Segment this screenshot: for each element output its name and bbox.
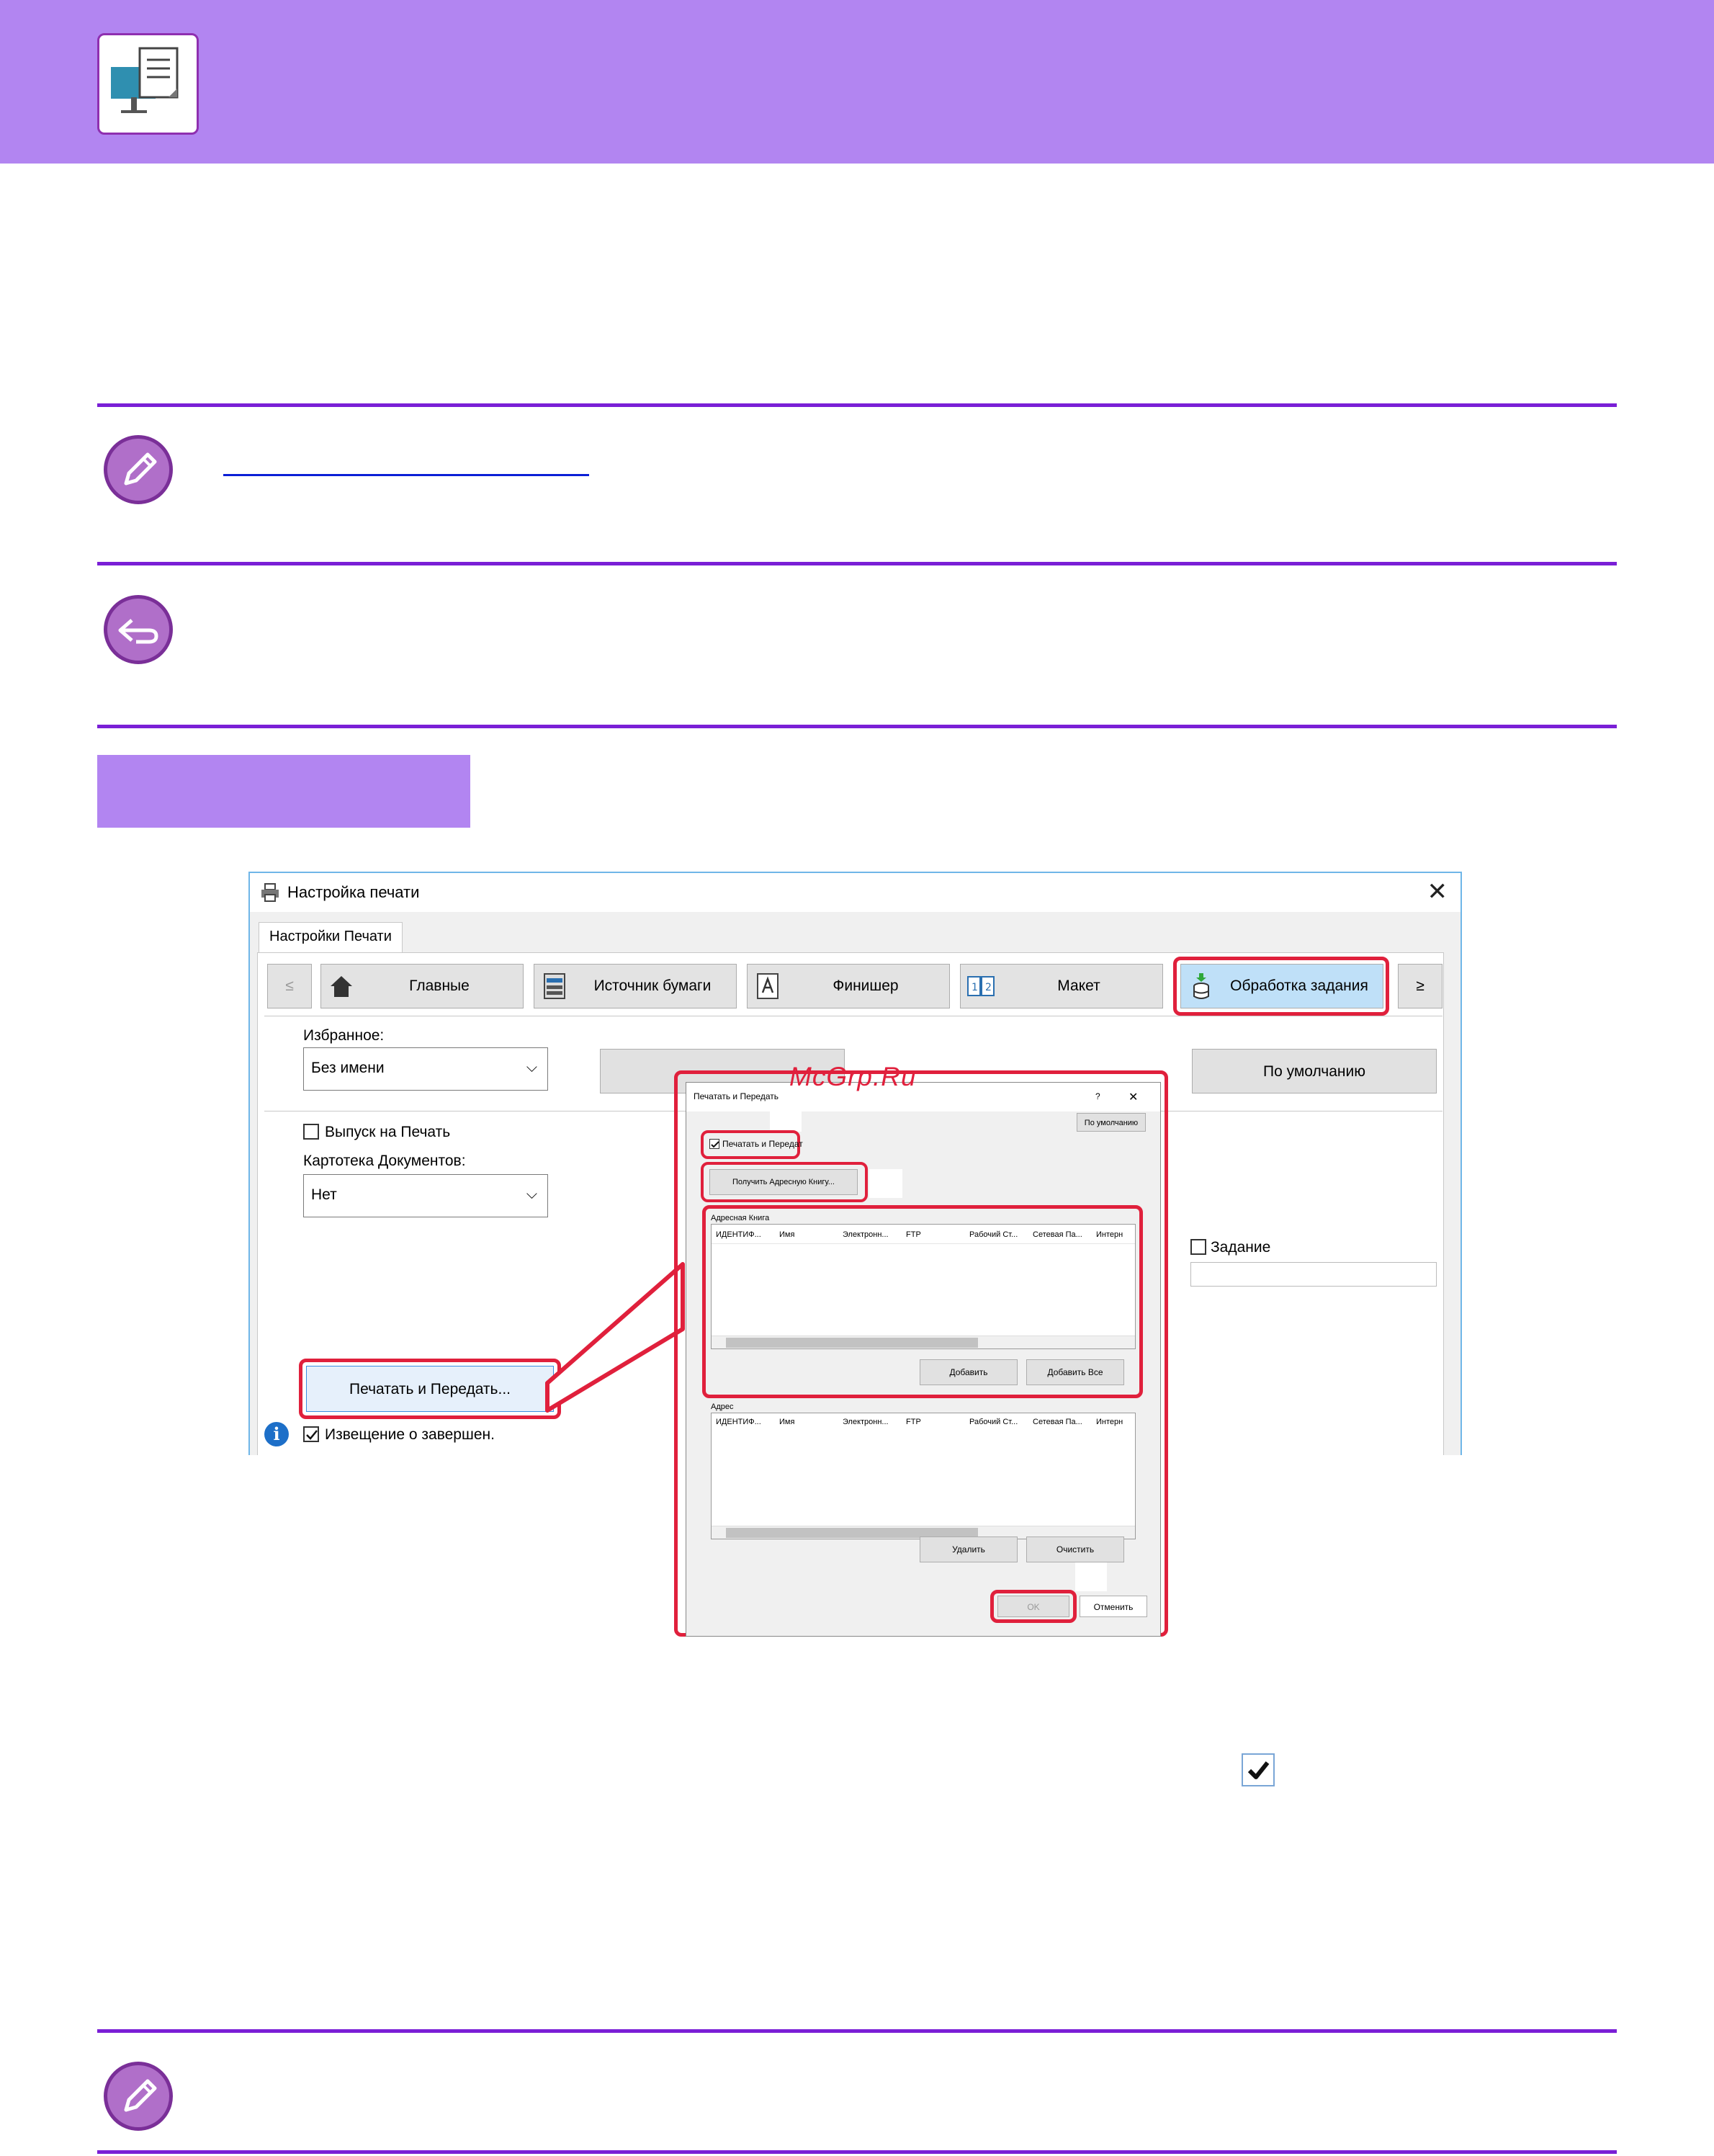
- help-icon[interactable]: ?: [1095, 1091, 1100, 1101]
- horizontal-scrollbar[interactable]: [712, 1336, 1135, 1348]
- column-header[interactable]: Сетевая Па...: [1033, 1418, 1082, 1426]
- column-header[interactable]: Рабочий Ст...: [969, 1418, 1018, 1426]
- address-label: Адрес: [711, 1403, 734, 1411]
- print-send-check-label: Печатать и Передат: [722, 1139, 803, 1149]
- column-header[interactable]: Электронн...: [843, 1230, 889, 1239]
- column-header[interactable]: Интерн: [1096, 1418, 1123, 1426]
- address-book-label: Адресная Книга: [711, 1214, 770, 1222]
- column-header[interactable]: ИДЕНТИФ...: [716, 1418, 761, 1426]
- label-mask: [1075, 1562, 1107, 1591]
- scroll-thumb[interactable]: [726, 1338, 978, 1348]
- column-header[interactable]: FTP: [906, 1230, 921, 1239]
- column-header[interactable]: Имя: [779, 1418, 794, 1426]
- dialog-title: Печатать и Передать: [694, 1091, 779, 1101]
- column-header[interactable]: ИДЕНТИФ...: [716, 1230, 761, 1239]
- column-header[interactable]: FTP: [906, 1418, 921, 1426]
- checkbox-checked-icon: [1242, 1753, 1275, 1786]
- column-header[interactable]: Имя: [779, 1230, 794, 1239]
- column-header[interactable]: Электронн...: [843, 1418, 889, 1426]
- column-header[interactable]: Рабочий Ст...: [969, 1230, 1018, 1239]
- add-button[interactable]: Добавить: [920, 1359, 1018, 1385]
- label-mask: [869, 1169, 902, 1198]
- label-mask: [770, 1111, 802, 1132]
- print-send-checkbox[interactable]: [709, 1139, 719, 1149]
- ok-button[interactable]: OK: [997, 1596, 1069, 1617]
- address-book-list[interactable]: ИДЕНТИФ... Имя Электронн... FTP Рабочий …: [711, 1224, 1136, 1349]
- cancel-button[interactable]: Отменить: [1080, 1596, 1147, 1617]
- column-header[interactable]: Интерн: [1096, 1230, 1123, 1239]
- add-all-button[interactable]: Добавить Все: [1026, 1359, 1124, 1385]
- close-icon[interactable]: ✕: [1129, 1090, 1138, 1104]
- divider: [97, 2029, 1617, 2033]
- pencil-icon: [104, 2062, 173, 2131]
- address-list[interactable]: ИДЕНТИФ... Имя Электронн... FTP Рабочий …: [711, 1413, 1136, 1539]
- column-header[interactable]: Сетевая Па...: [1033, 1230, 1082, 1239]
- header-divider: [712, 1243, 1135, 1244]
- watermark-text: McGrp.Ru: [789, 1062, 917, 1091]
- get-address-book-button[interactable]: Получить Адресную Книгу...: [709, 1169, 858, 1195]
- print-send-dialog: Печатать и Передать ? ✕ По умолчанию Печ…: [686, 1082, 1161, 1637]
- divider: [97, 2150, 1617, 2154]
- delete-button[interactable]: Удалить: [920, 1537, 1018, 1562]
- dialog-default-button[interactable]: По умолчанию: [1077, 1113, 1146, 1132]
- clear-button[interactable]: Очистить: [1026, 1537, 1124, 1562]
